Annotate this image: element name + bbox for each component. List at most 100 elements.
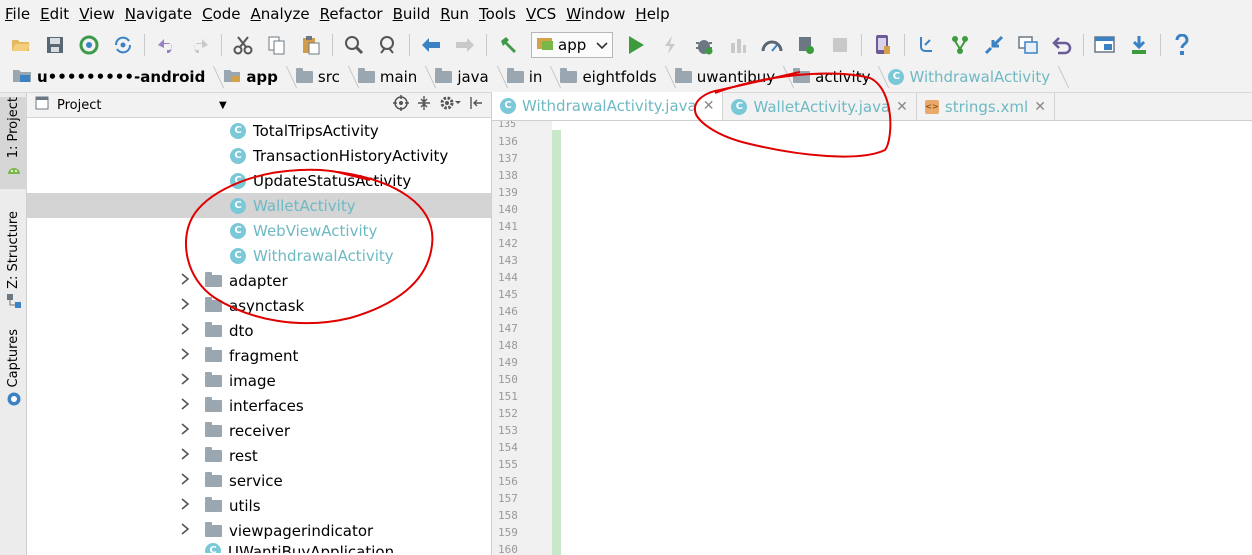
coverage-icon[interactable] bbox=[793, 32, 819, 58]
chevron-right-icon[interactable] bbox=[175, 422, 195, 439]
apply-changes-icon[interactable] bbox=[657, 32, 683, 58]
chevron-right-icon[interactable] bbox=[175, 347, 195, 364]
project-tool-tab[interactable]: 1: Project bbox=[0, 97, 27, 189]
menu-analyze[interactable]: Analyze bbox=[246, 0, 315, 28]
cut-icon[interactable] bbox=[230, 32, 256, 58]
captures-tool-tab[interactable]: Captures bbox=[0, 329, 27, 411]
close-icon[interactable]: ✕ bbox=[1034, 99, 1046, 115]
tree-item-class[interactable]: C WalletActivity bbox=[27, 193, 491, 218]
revert-icon[interactable] bbox=[1049, 32, 1075, 58]
tree-item-package[interactable]: adapter bbox=[27, 268, 491, 293]
project-view-selector[interactable]: Project bbox=[57, 98, 207, 113]
tree-item-package[interactable]: interfaces bbox=[27, 393, 491, 418]
breadcrumb-item-eightfolds[interactable]: eightfolds bbox=[556, 62, 670, 93]
breadcrumb-item-uwantibuy[interactable]: uwantibuy bbox=[671, 62, 789, 93]
undo-icon[interactable] bbox=[153, 32, 179, 58]
menu-window[interactable]: Window bbox=[561, 0, 630, 28]
menu-file[interactable]: File bbox=[0, 0, 35, 28]
help-icon[interactable] bbox=[1169, 32, 1195, 58]
avd-manager-icon[interactable] bbox=[870, 32, 896, 58]
tree-item-package[interactable]: service bbox=[27, 468, 491, 493]
replace-icon[interactable] bbox=[375, 32, 401, 58]
breadcrumb-item-withdrawalactivity[interactable]: C WithdrawalActivity bbox=[884, 62, 1064, 93]
tree-item-class[interactable]: C UpdateStatusActivity bbox=[27, 168, 491, 193]
collapse-all-icon[interactable] bbox=[417, 95, 431, 115]
paste-icon[interactable] bbox=[298, 32, 324, 58]
vcs-commit-icon[interactable] bbox=[947, 32, 973, 58]
editor-tab[interactable]: C WithdrawalActivity.java ✕ bbox=[492, 92, 724, 120]
chevron-right-icon[interactable] bbox=[175, 297, 195, 314]
attach-icon[interactable] bbox=[725, 32, 751, 58]
menu-build[interactable]: Build bbox=[388, 0, 436, 28]
chevron-right-icon[interactable] bbox=[175, 397, 195, 414]
sync-icon[interactable] bbox=[76, 32, 102, 58]
menu-help[interactable]: Help bbox=[630, 0, 674, 28]
stop-icon[interactable] bbox=[827, 32, 853, 58]
run-icon[interactable] bbox=[623, 32, 649, 58]
chevron-right-icon[interactable] bbox=[175, 522, 195, 539]
folder-icon bbox=[506, 68, 524, 83]
tree-item-class[interactable]: C TotalTripsActivity bbox=[27, 118, 491, 143]
chevron-right-icon[interactable] bbox=[175, 322, 195, 339]
tree-item-package[interactable]: receiver bbox=[27, 418, 491, 443]
close-icon[interactable]: ✕ bbox=[703, 98, 715, 114]
tree-item-class[interactable]: C TransactionHistoryActivity bbox=[27, 143, 491, 168]
scroll-from-source-icon[interactable] bbox=[393, 95, 409, 115]
hide-panel-icon[interactable] bbox=[469, 96, 483, 114]
breadcrumb-item-u-android[interactable]: u•••••••••-android bbox=[8, 62, 219, 93]
gear-icon[interactable] bbox=[439, 95, 461, 115]
tree-item-package[interactable]: viewpagerindicator bbox=[27, 518, 491, 543]
find-icon[interactable] bbox=[341, 32, 367, 58]
close-icon[interactable]: ✕ bbox=[896, 99, 908, 115]
editor-tab[interactable]: <> strings.xml ✕ bbox=[917, 93, 1055, 120]
tree-item-package[interactable]: asynctask bbox=[27, 293, 491, 318]
compare-icon[interactable] bbox=[1015, 32, 1041, 58]
copy-icon[interactable] bbox=[264, 32, 290, 58]
code-editor[interactable] bbox=[562, 121, 1252, 555]
caret-down-icon[interactable]: ▼ bbox=[219, 100, 227, 111]
refresh-icon[interactable] bbox=[110, 32, 136, 58]
vcs-update-icon[interactable] bbox=[913, 32, 939, 58]
tree-item-package[interactable]: fragment bbox=[27, 343, 491, 368]
redo-icon[interactable] bbox=[187, 32, 213, 58]
menu-edit[interactable]: Edit bbox=[35, 0, 74, 28]
tree-item-package[interactable]: rest bbox=[27, 443, 491, 468]
tree-item-class[interactable]: C UWantiBuyApplication bbox=[27, 543, 491, 553]
forward-icon[interactable] bbox=[452, 32, 478, 58]
tree-item-class[interactable]: C WebViewActivity bbox=[27, 218, 491, 243]
open-icon[interactable] bbox=[8, 32, 34, 58]
menu-navigate[interactable]: Navigate bbox=[120, 0, 197, 28]
breadcrumb-item-app[interactable]: app bbox=[219, 62, 292, 93]
chevron-right-icon[interactable] bbox=[175, 447, 195, 464]
menu-view[interactable]: View bbox=[74, 0, 120, 28]
save-icon[interactable] bbox=[42, 32, 68, 58]
breadcrumb-item-activity[interactable]: activity bbox=[789, 62, 884, 93]
run-configuration-select[interactable]: app bbox=[531, 32, 614, 58]
menu-run[interactable]: Run bbox=[435, 0, 474, 28]
menu-tools[interactable]: Tools bbox=[474, 0, 521, 28]
tree-item-package[interactable]: image bbox=[27, 368, 491, 393]
menu-vcs[interactable]: VCS bbox=[521, 0, 561, 28]
tree-item-package[interactable]: utils bbox=[27, 493, 491, 518]
menu-code[interactable]: Code bbox=[197, 0, 245, 28]
menu-refactor[interactable]: Refactor bbox=[315, 0, 388, 28]
breadcrumb-item-java[interactable]: java bbox=[431, 62, 502, 93]
chevron-right-icon[interactable] bbox=[175, 272, 195, 289]
tree-item-package[interactable]: dto bbox=[27, 318, 491, 343]
chevron-right-icon[interactable] bbox=[175, 497, 195, 514]
chevron-right-icon[interactable] bbox=[175, 472, 195, 489]
breadcrumb-item-main[interactable]: main bbox=[354, 62, 431, 93]
vcs-pull-icon[interactable] bbox=[981, 32, 1007, 58]
project-structure-icon[interactable] bbox=[1092, 32, 1118, 58]
make-icon[interactable] bbox=[495, 32, 521, 58]
editor-tab[interactable]: C WalletActivity.java ✕ bbox=[723, 93, 917, 120]
structure-tool-tab[interactable]: Z: Structure bbox=[0, 211, 27, 313]
breadcrumb-item-in[interactable]: in bbox=[503, 62, 557, 93]
chevron-right-icon[interactable] bbox=[175, 372, 195, 389]
debug-icon[interactable] bbox=[691, 32, 717, 58]
back-icon[interactable] bbox=[418, 32, 444, 58]
sdk-manager-icon[interactable] bbox=[1126, 32, 1152, 58]
profile-icon[interactable] bbox=[759, 32, 785, 58]
tree-item-class[interactable]: C WithdrawalActivity bbox=[27, 243, 491, 268]
breadcrumb-item-src[interactable]: src bbox=[292, 62, 354, 93]
